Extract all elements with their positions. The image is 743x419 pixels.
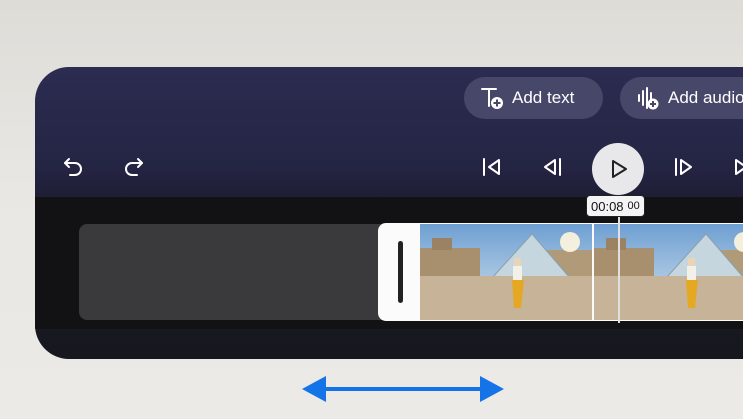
redo-button[interactable] [116,149,152,185]
previous-frame-button[interactable] [535,149,571,185]
previous-frame-icon [544,158,561,176]
skip-to-end-icon [735,159,743,175]
undo-icon [64,158,82,176]
next-frame-icon [675,158,692,176]
playhead-timecode: 00:08 00 [586,195,645,217]
empty-track-area [79,224,399,320]
redo-icon [125,158,143,176]
add-text-label: Add text [512,88,575,107]
clip-thumbnail [420,224,592,320]
add-audio-label: Add audio [668,88,743,107]
video-editor-panel: Add text Add audio 00:08 00 [35,67,743,359]
play-button[interactable] [592,143,644,195]
timecode-time: 00:08 [591,198,624,214]
timeline: 00:08 00 [35,195,743,329]
skip-to-end-button[interactable] [725,149,743,185]
video-clip[interactable] [378,223,743,321]
next-frame-button[interactable] [665,149,701,185]
text-add-icon [481,88,503,109]
play-icon [612,160,627,178]
playhead[interactable] [618,203,620,323]
add-audio-button[interactable]: Add audio [620,77,743,119]
trim-handle[interactable] [398,241,403,303]
clip-thumbnail [594,224,743,320]
audio-add-icon [638,87,659,110]
add-text-button[interactable]: Add text [464,77,603,119]
skip-to-start-icon [483,158,500,176]
undo-button[interactable] [55,149,91,185]
skip-to-start-button[interactable] [474,149,510,185]
timecode-frames: 00 [627,200,640,212]
double-arrow-icon [302,376,504,402]
